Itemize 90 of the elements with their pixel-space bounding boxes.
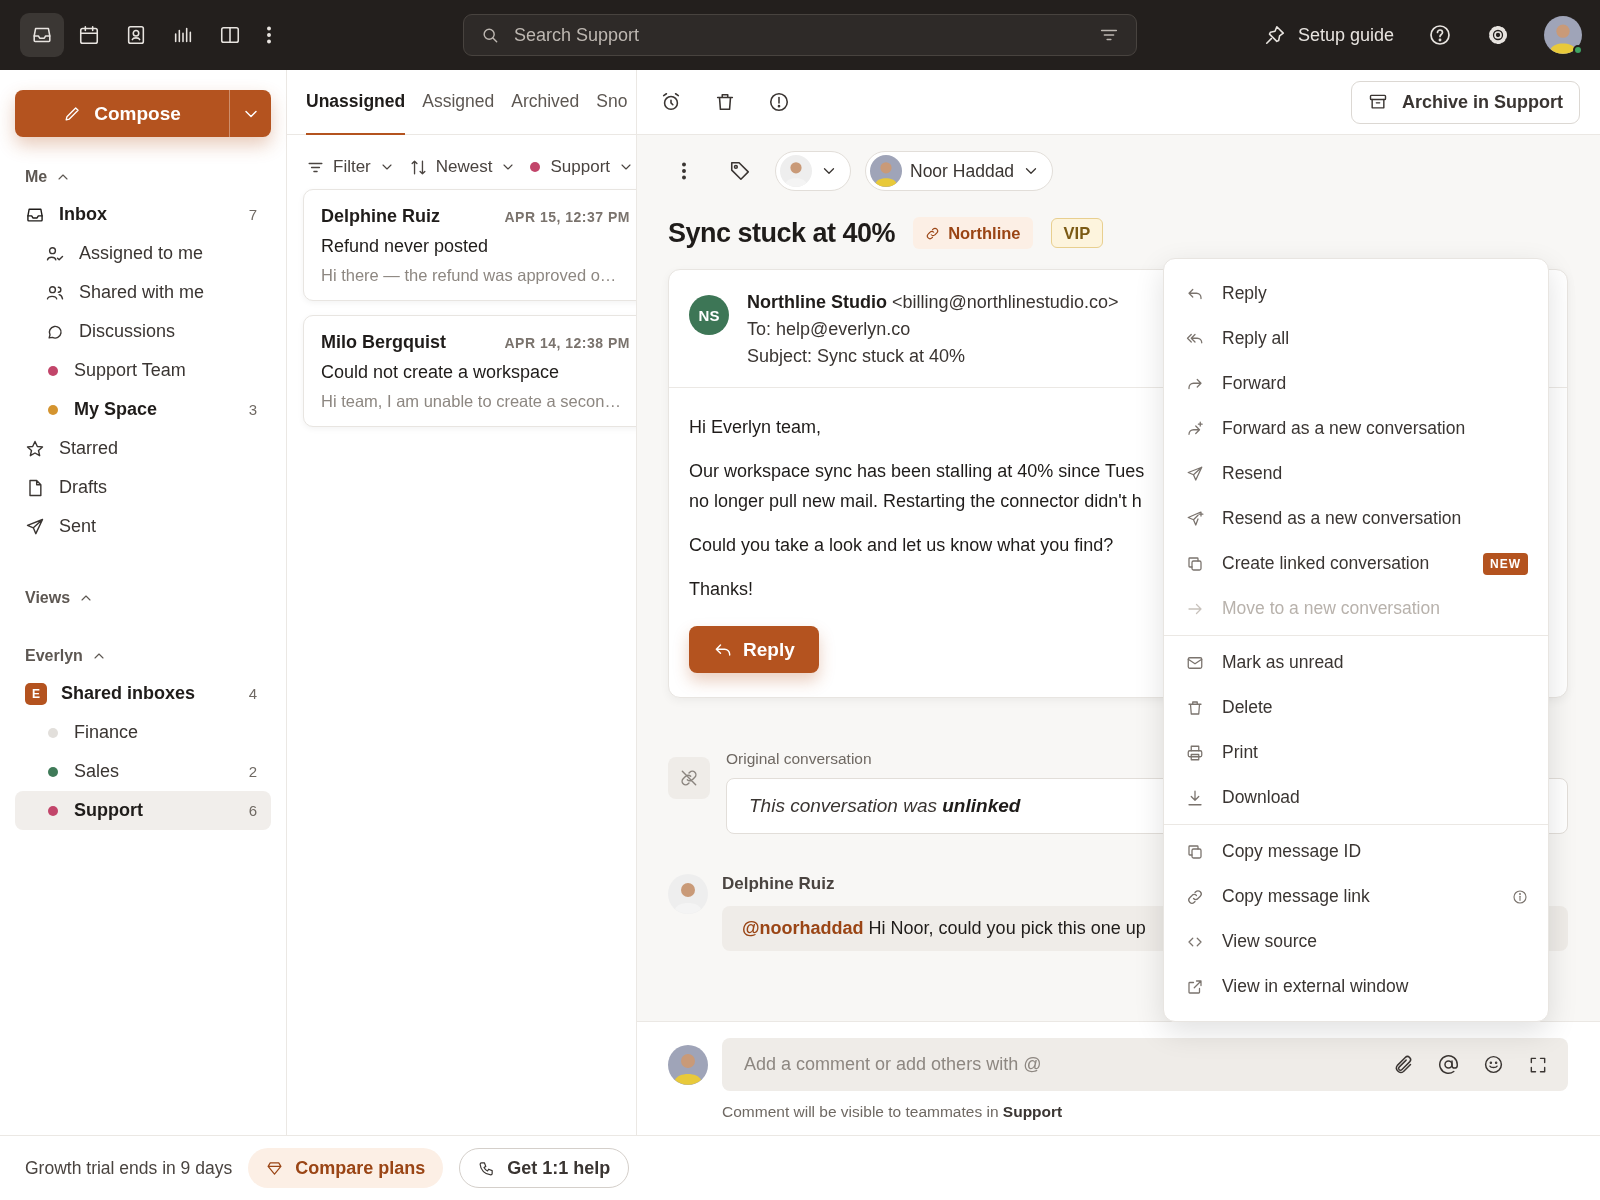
tag: VIP xyxy=(1050,218,1104,248)
sidebar-item[interactable]: Support Team xyxy=(15,351,271,390)
item-label: Assigned to me xyxy=(79,243,205,264)
workspace-badge: E xyxy=(25,682,47,705)
sidebar-item[interactable]: Drafts xyxy=(15,468,271,507)
item-label: Starred xyxy=(59,438,120,459)
visibility-note: Comment will be visible to teammates in Support xyxy=(721,1103,1064,1121)
assignee-dropdown[interactable]: Noor Haddad xyxy=(865,151,1054,191)
conversation-card[interactable]: Milo Bergquist APR 14, 12:38 PM Could not create a workspace Hi team, I am unable to create a secon… xyxy=(303,315,636,427)
message-paragraph: Our workspace sync has been stalling at 40% since Tues no longer pull new mail. Restarting the connector didn't h xyxy=(689,460,1145,513)
reply-button[interactable]: Reply xyxy=(689,626,819,673)
mention-link[interactable]: @noorhaddad xyxy=(742,918,864,938)
subject-line: Subject: Sync stuck at 40% xyxy=(747,346,967,367)
tab[interactable]: Sno xyxy=(596,70,628,135)
menu-item[interactable]: Forward as a new conversation xyxy=(1164,406,1548,451)
item-label: Support xyxy=(74,800,144,821)
section-title: Me xyxy=(25,168,48,186)
menu-item[interactable]: Download xyxy=(1164,775,1548,820)
menu-item[interactable]: Forward xyxy=(1164,361,1548,406)
sender-avatar: NS xyxy=(689,295,729,335)
preview-text: Hi team, I am unable to create a secon… xyxy=(321,392,622,411)
item-label: Sent xyxy=(59,516,98,537)
new-badge: NEW xyxy=(1483,552,1528,575)
sender-name: Delphine Ruiz xyxy=(321,206,440,227)
sender-name: Milo Bergquist xyxy=(321,332,446,353)
item-label: Support Team xyxy=(74,360,187,381)
section-label: Original conversation xyxy=(726,750,872,768)
sidebar-item[interactable]: E Shared inboxes 4 xyxy=(15,674,271,713)
menu-item[interactable]: Mark as unread xyxy=(1164,640,1548,685)
item-label: Shared with me xyxy=(79,282,206,303)
item-label: Finance xyxy=(74,722,140,743)
menu-item[interactable]: Delete xyxy=(1164,685,1548,730)
preview-text: Hi there — the refund was approved o… xyxy=(321,266,618,285)
item-label: My Space xyxy=(74,399,159,420)
recipient-line: To: help@everlyn.co xyxy=(747,319,912,340)
item-count: 3 xyxy=(248,401,257,418)
section-title: Views xyxy=(25,589,71,607)
item-label: Shared inboxes xyxy=(61,683,197,704)
menu-item[interactable]: Print xyxy=(1164,730,1548,775)
setup-guide-button[interactable]: Setup guide xyxy=(1263,24,1394,46)
search-input[interactable]: Search Support xyxy=(512,23,1086,47)
message-paragraph: Hi Everlyn team, xyxy=(689,416,822,439)
message-paragraph: Could you take a look and let us know what you find? xyxy=(689,534,1114,557)
menu-item[interactable]: Create linked conversation NEW xyxy=(1164,541,1548,586)
subject: Could not create a workspace xyxy=(321,362,561,383)
sidebar-item[interactable]: Sales 2 xyxy=(15,752,271,791)
filter-dropdown[interactable]: Support xyxy=(530,147,634,187)
menu-item[interactable]: Reply all xyxy=(1164,316,1548,361)
sidebar-item[interactable]: Discussions xyxy=(15,312,271,351)
menu-item[interactable]: Reply xyxy=(1164,271,1548,316)
linked-tag[interactable]: Northline xyxy=(913,217,1033,249)
archive-button[interactable]: Archive in Support xyxy=(1351,80,1580,124)
item-count: 6 xyxy=(248,802,257,819)
sidebar-item[interactable]: Assigned to me xyxy=(15,234,271,273)
trial-notice: Growth trial ends in 9 days xyxy=(25,1157,233,1179)
sidebar-item[interactable]: Shared with me xyxy=(15,273,271,312)
filter-dropdown[interactable]: Newest xyxy=(408,147,517,187)
menu-item[interactable]: View in external window xyxy=(1164,964,1548,1009)
sender-line: Northline Studio <billing@northlinestudio.co> xyxy=(747,292,1119,313)
message-paragraph: Thanks! xyxy=(689,578,754,601)
filter-dropdown[interactable]: Filter xyxy=(306,147,395,187)
tab[interactable]: Unassigned xyxy=(306,70,406,135)
section-title: Everlyn xyxy=(25,647,83,665)
timestamp: APR 14, 12:38 PM xyxy=(504,335,630,351)
sidebar-item[interactable]: Finance xyxy=(15,713,271,752)
sidebar-item[interactable]: Inbox 7 xyxy=(15,195,271,234)
sidebar-item[interactable]: Support 6 xyxy=(15,791,271,830)
sidebar-item[interactable]: My Space 3 xyxy=(15,390,271,429)
menu-item[interactable]: Resend xyxy=(1164,451,1548,496)
tab[interactable]: Assigned xyxy=(422,70,495,135)
item-label: Drafts xyxy=(59,477,108,498)
item-label: Discussions xyxy=(79,321,177,342)
sidebar-item[interactable]: Starred xyxy=(15,429,271,468)
item-count: 4 xyxy=(248,685,257,702)
item-count: 7 xyxy=(248,206,257,223)
item-count: 2 xyxy=(248,763,257,780)
menu-item[interactable]: Resend as a new conversation xyxy=(1164,496,1548,541)
subject: Refund never posted xyxy=(321,236,490,257)
timestamp: APR 15, 12:37 PM xyxy=(504,209,630,225)
conversation-title: Sync stuck at 40% xyxy=(668,217,896,249)
sidebar-item[interactable]: Sent xyxy=(15,507,271,546)
comment-input[interactable]: Add a comment or add others with @ xyxy=(742,1053,1369,1076)
comment-field[interactable]: Add a comment or add others with @ xyxy=(722,1038,1568,1091)
compare-plans-button[interactable]: Compare plans xyxy=(248,1148,444,1188)
conversation-card[interactable]: Delphine Ruiz APR 15, 12:37 PM Refund never posted Hi there — the refund was approved o… xyxy=(303,189,636,301)
item-label: Inbox xyxy=(59,204,108,225)
comment-author: Delphine Ruiz xyxy=(722,874,836,894)
item-label: Sales xyxy=(74,761,121,782)
search-field[interactable]: Search Support xyxy=(463,14,1137,56)
tab[interactable]: Archived xyxy=(511,70,580,135)
